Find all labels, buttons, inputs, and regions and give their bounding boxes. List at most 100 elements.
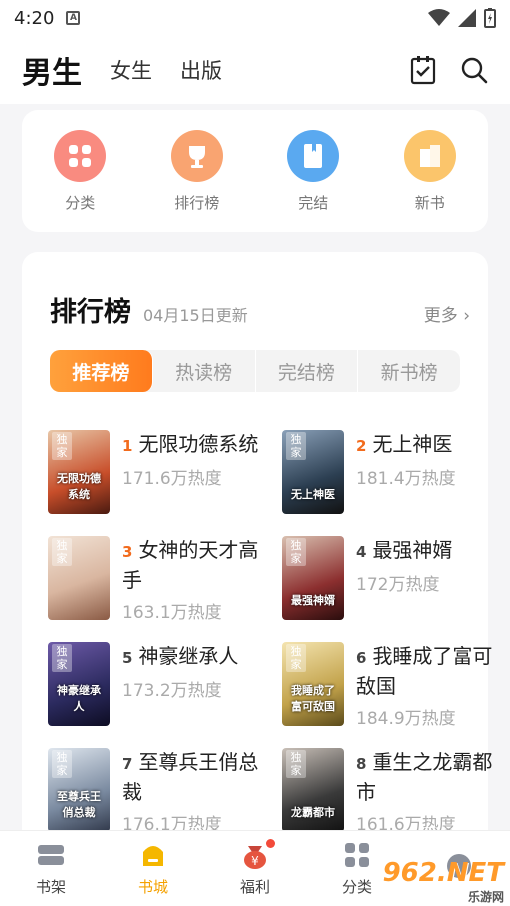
bookshelf-icon <box>36 840 66 870</box>
book-title: 8 重生之龙霸都市 <box>356 748 502 806</box>
book-rank: 4 <box>356 543 367 561</box>
book-cover: 独家 龙霸都市 <box>282 748 344 830</box>
book-cover: 独家 最强神婿 <box>282 536 344 620</box>
search-icon[interactable] <box>460 56 488 84</box>
svg-text:¥: ¥ <box>251 854 259 868</box>
shortcut-ranking[interactable]: 排行榜 <box>157 129 237 213</box>
book-name: 最强神婿 <box>372 538 453 562</box>
shortcut-category[interactable]: 分类 <box>40 129 120 213</box>
book-rank: 2 <box>356 437 367 455</box>
book-rank: 7 <box>122 755 133 773</box>
tab-male[interactable]: 男生 <box>20 48 84 94</box>
exclusive-tag: 独家 <box>286 750 306 778</box>
book-title: 2 无上神医 <box>356 430 456 460</box>
building-icon <box>403 129 456 182</box>
watermark-sub: 乐游网 <box>467 890 504 904</box>
book-item[interactable]: 独家 3 女神的天才高手 163.1万热度 <box>48 536 268 626</box>
book-rank: 6 <box>356 649 367 667</box>
book-title: 5 神豪继承人 <box>122 642 238 672</box>
shortcut-label: 分类 <box>65 193 96 212</box>
book-name: 无限功德系统 <box>138 432 259 456</box>
watermark-brand: 962.NET <box>382 858 504 888</box>
top-tab-bar: 男生 女生 出版 <box>0 36 510 104</box>
nav-label: 书架 <box>35 878 66 896</box>
book-item[interactable]: 独家 神豪继承人 5 神豪继承人 173.2万热度 <box>48 642 268 732</box>
signal-icon <box>458 9 476 27</box>
bookstore-content[interactable]: 分类 排行榜 完结 新书 排行榜 04月15日更新 更多 › 推荐榜 热读榜 完… <box>0 104 510 830</box>
book-item[interactable]: 独家 无限功德系统 1 无限功德系统 171.6万热度 <box>48 430 268 520</box>
nav-label: 分类 <box>341 878 372 896</box>
book-heat: 163.1万热度 <box>122 603 222 623</box>
battery-icon <box>484 8 496 28</box>
notification-dot <box>266 839 275 848</box>
book-name: 至尊兵王俏总裁 <box>122 750 259 804</box>
book-item[interactable]: 独家 我睡成了富可敌国 6 我睡成了富可敌国 184.9万热度 <box>282 642 502 732</box>
book-rank: 1 <box>122 437 133 455</box>
checkin-icon[interactable] <box>410 55 436 85</box>
cover-title: 至尊兵王俏总裁 <box>57 790 101 819</box>
exclusive-tag: 独家 <box>286 538 306 566</box>
book-cover: 独家 无限功德系统 <box>48 430 110 514</box>
ranking-card: 排行榜 04月15日更新 更多 › 推荐榜 热读榜 完结榜 新书榜 独家 无限功… <box>22 252 492 830</box>
book-icon <box>287 129 340 182</box>
tab-finished[interactable]: 完结榜 <box>256 350 359 392</box>
nav-bookstore[interactable]: 书城 <box>102 831 204 906</box>
book-item[interactable]: 独家 无上神医 2 无上神医 181.4万热度 <box>282 430 502 520</box>
book-name: 神豪继承人 <box>138 644 239 668</box>
book-heat: 181.4万热度 <box>356 469 456 489</box>
nav-welfare[interactable]: ¥ 福利 <box>204 831 306 906</box>
notification-icon: A <box>66 11 81 25</box>
cover-title: 无限功德系统 <box>57 472 101 501</box>
book-cover: 独家 <box>48 536 110 620</box>
exclusive-tag: 独家 <box>52 750 72 778</box>
exclusive-tag: 独家 <box>52 644 72 672</box>
exclusive-tag: 独家 <box>52 538 72 566</box>
book-cover: 独家 至尊兵王俏总裁 <box>48 748 110 830</box>
book-cover: 独家 我睡成了富可敌国 <box>282 642 344 726</box>
book-title: 1 无限功德系统 <box>122 430 258 460</box>
trophy-icon <box>170 129 223 182</box>
tab-recommend[interactable]: 推荐榜 <box>50 350 153 392</box>
nav-bookshelf[interactable]: 书架 <box>0 831 102 906</box>
book-heat: 161.6万热度 <box>356 815 456 830</box>
cover-title: 神豪继承人 <box>57 684 101 713</box>
ranking-header: 排行榜 04月15日更新 更多 › <box>50 290 470 329</box>
cover-title: 无上神医 <box>291 488 335 501</box>
shortcut-finished[interactable]: 完结 <box>273 129 353 213</box>
book-name: 女神的天才高手 <box>122 538 259 592</box>
book-rank: 5 <box>122 649 133 667</box>
book-item[interactable]: 独家 龙霸都市 8 重生之龙霸都市 161.6万热度 <box>282 748 502 830</box>
ranking-tabs: 推荐榜 热读榜 完结榜 新书榜 <box>50 350 460 392</box>
shortcut-label: 排行榜 <box>174 193 220 212</box>
book-rank: 8 <box>356 755 367 773</box>
book-heat: 173.2万热度 <box>122 681 222 701</box>
book-name: 我睡成了富可敌国 <box>356 644 493 698</box>
chevron-right-icon: › <box>463 306 470 326</box>
category-grid-icon <box>54 129 107 182</box>
category-icon <box>342 840 372 870</box>
book-rank: 3 <box>122 543 133 561</box>
cover-title: 最强神婿 <box>291 594 335 607</box>
exclusive-tag: 独家 <box>52 432 72 460</box>
shortcut-label: 完结 <box>298 193 329 212</box>
book-name: 重生之龙霸都市 <box>356 750 493 804</box>
book-title: 4 最强神婿 <box>356 536 452 566</box>
book-title: 6 我睡成了富可敌国 <box>356 642 502 700</box>
book-heat: 184.9万热度 <box>356 709 456 729</box>
more-link[interactable]: 更多 › <box>424 301 470 326</box>
exclusive-tag: 独家 <box>286 432 306 460</box>
book-item[interactable]: 独家 至尊兵王俏总裁 7 至尊兵王俏总裁 176.1万热度 <box>48 748 268 830</box>
tab-publish[interactable]: 出版 <box>180 55 222 85</box>
book-heat: 172万热度 <box>356 575 440 595</box>
tab-female[interactable]: 女生 <box>110 55 152 85</box>
shortcut-new[interactable]: 新书 <box>390 129 470 213</box>
bookstore-icon <box>138 840 168 870</box>
nav-label: 书城 <box>137 878 168 896</box>
book-heat: 171.6万热度 <box>122 469 222 489</box>
book-title: 3 女神的天才高手 <box>122 536 268 594</box>
tab-new-books[interactable]: 新书榜 <box>358 350 460 392</box>
tab-hot-read[interactable]: 热读榜 <box>153 350 256 392</box>
book-item[interactable]: 独家 最强神婿 4 最强神婿 172万热度 <box>282 536 502 626</box>
ranking-update-date: 04月15日更新 <box>143 306 248 325</box>
book-title: 7 至尊兵王俏总裁 <box>122 748 268 806</box>
